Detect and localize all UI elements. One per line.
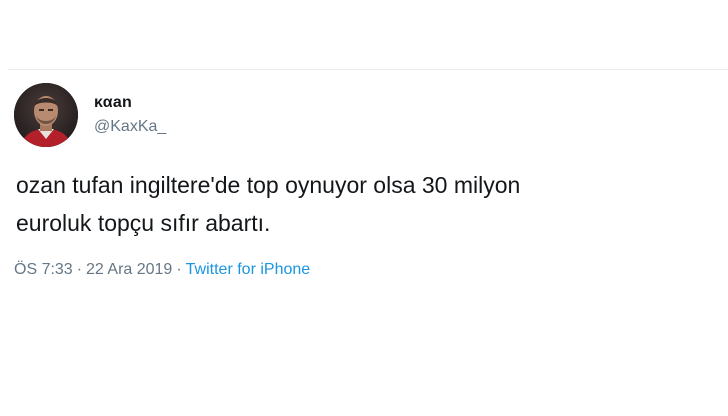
separator: ·: [76, 261, 83, 278]
tweet-text: ozan tufan ingiltere'de top oynuyor olsa…: [16, 172, 521, 236]
tweet-date[interactable]: 22 Ara 2019: [86, 261, 172, 279]
tweet-header: καan @KaxKa_: [14, 83, 714, 147]
tweet-time[interactable]: ÖS 7:33: [14, 261, 73, 279]
tweet-source-link[interactable]: Twitter for iPhone: [186, 261, 311, 279]
separator: ·: [176, 261, 182, 278]
tweet-meta: ÖS 7:33 · 22 Ara 2019 · Twitter for iPho…: [14, 261, 714, 279]
author-names: καan @KaxKa_: [94, 93, 166, 137]
divider: [8, 69, 728, 70]
avatar[interactable]: [14, 83, 78, 147]
user-handle[interactable]: @KaxKa_: [94, 117, 166, 137]
tweet-card: καan @KaxKa_ ozan tufan ingiltere'de top…: [14, 83, 714, 279]
tweet-page: καan @KaxKa_ ozan tufan ingiltere'de top…: [0, 0, 728, 416]
profile-photo-icon: [14, 83, 78, 147]
display-name[interactable]: καan: [94, 93, 166, 113]
